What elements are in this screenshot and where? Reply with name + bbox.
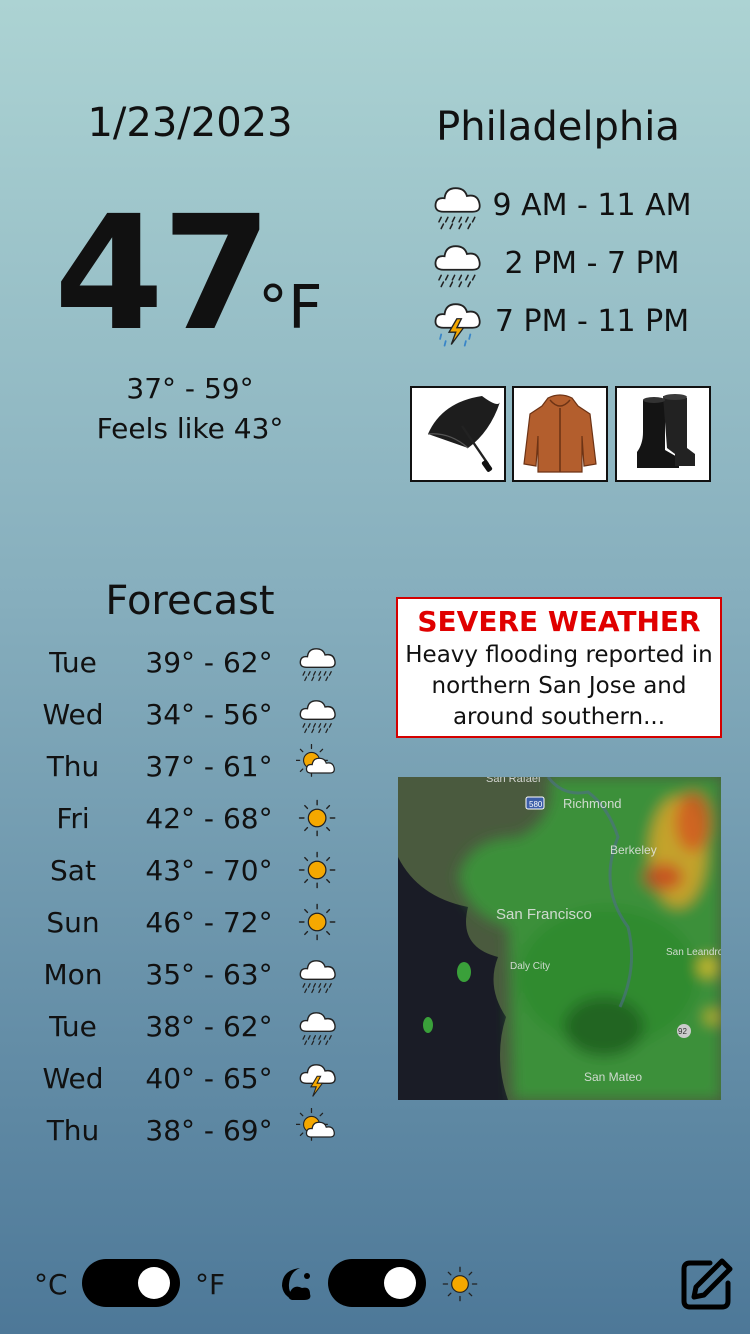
forecast-row[interactable]: Mon 35° - 63° (30, 948, 350, 1000)
feels-like: Feels like 43° (96, 412, 284, 445)
sun-icon (298, 903, 336, 941)
forecast-day: Wed (42, 1061, 104, 1095)
rain-boots-icon (637, 394, 695, 468)
storm-period: 7 PM - 11 PM (430, 294, 720, 348)
thunderstorm-icon (299, 1064, 336, 1097)
fahrenheit-label: °F (195, 1268, 226, 1301)
rain-cloud-icon (299, 960, 336, 994)
map-label: San Mateo (584, 1070, 642, 1084)
rain-cloud-icon (299, 700, 336, 734)
edit-icon[interactable] (680, 1257, 734, 1311)
rain-cloud-icon (299, 648, 336, 682)
forecast-row[interactable]: Fri 42° - 68° (30, 792, 350, 844)
forecast-row[interactable]: Thu 38° - 69° (30, 1104, 350, 1156)
rain-cloud-icon (434, 187, 481, 230)
map-label: 580 (529, 800, 543, 809)
sun-icon (298, 799, 336, 837)
map-label: Berkeley (610, 843, 657, 857)
rain-jacket-icon (523, 394, 597, 473)
period-time: 7 PM - 11 PM (494, 303, 690, 339)
toggle-knob (384, 1267, 416, 1299)
period-time: 9 AM - 11 AM (492, 187, 692, 223)
sun-icon (298, 851, 336, 889)
celsius-label: °C (34, 1268, 68, 1301)
forecast-row[interactable]: Tue 38° - 62° (30, 1000, 350, 1052)
rain-cloud-icon (299, 1012, 336, 1046)
forecast-range: 43° - 70° (145, 853, 273, 887)
theme-toggle[interactable] (328, 1259, 426, 1307)
alert-title: SEVERE WEATHER (417, 605, 701, 638)
rain-period: 9 AM - 11 AM (430, 178, 720, 232)
forecast-day: Tue (49, 645, 97, 679)
thunderstorm-icon (434, 303, 481, 347)
forecast-day: Thu (46, 749, 100, 783)
forecast-row[interactable]: Thu 37° - 61° (30, 740, 350, 792)
map-label: San Rafael (486, 777, 540, 785)
current-date: 1/23/2023 (87, 100, 293, 146)
rain-boots-card[interactable] (615, 386, 711, 482)
rain-period: 2 PM - 7 PM (430, 236, 720, 290)
forecast-day: Wed (42, 697, 104, 731)
moon-icon (282, 1268, 311, 1300)
forecast-range: 46° - 72° (145, 905, 273, 939)
unit-toggle[interactable] (82, 1259, 180, 1307)
forecast-row[interactable]: Wed 40° - 65° (30, 1052, 350, 1104)
umbrella-card[interactable] (410, 386, 506, 482)
forecast-row[interactable]: Wed 34° - 56° (30, 688, 350, 740)
forecast-day: Thu (46, 1113, 100, 1147)
forecast-row[interactable]: Tue 39° - 62° (30, 636, 350, 688)
partly-cloudy-icon (296, 1108, 335, 1141)
forecast-range: 34° - 56° (145, 697, 273, 731)
forecast-range: 38° - 69° (145, 1113, 273, 1147)
rain-jacket-card[interactable] (512, 386, 608, 482)
toggle-knob (138, 1267, 170, 1299)
rain-cloud-icon (434, 245, 481, 288)
map-label: 92 (678, 1027, 687, 1036)
forecast-day: Tue (49, 1009, 97, 1043)
forecast-range: 38° - 62° (145, 1009, 273, 1043)
sun-icon (442, 1266, 478, 1302)
map-label: San Francisco (496, 906, 592, 923)
radar-map[interactable]: San Rafael Richmond Berkeley San Francis… (398, 777, 721, 1100)
map-label: San Leandro (666, 947, 721, 958)
map-label: Richmond (563, 796, 622, 811)
temperature-unit: °F (258, 273, 323, 343)
current-temperature: 47 (54, 182, 272, 366)
forecast-day: Fri (56, 801, 90, 835)
forecast-range: 37° - 61° (145, 749, 273, 783)
alert-body: Heavy flooding reported in northern San … (405, 642, 713, 730)
forecast-title: Forecast (105, 578, 275, 624)
forecast-day: Sat (50, 853, 96, 887)
umbrella-icon (427, 396, 500, 472)
forecast-row[interactable]: Sat 43° - 70° (30, 844, 350, 896)
period-time: 2 PM - 7 PM (504, 245, 680, 281)
forecast-range: 40° - 65° (145, 1061, 273, 1095)
partly-cloudy-icon (296, 744, 335, 777)
forecast-day: Sun (46, 905, 100, 939)
forecast-range: 39° - 62° (145, 645, 273, 679)
city-name: Philadelphia (436, 104, 680, 150)
map-label: Daly City (510, 961, 550, 972)
temperature-range: 37° - 59° (126, 372, 254, 405)
forecast-range: 42° - 68° (145, 801, 273, 835)
forecast-range: 35° - 63° (145, 957, 273, 991)
forecast-row[interactable]: Sun 46° - 72° (30, 896, 350, 948)
severe-weather-alert[interactable]: SEVERE WEATHER Heavy flooding reported i… (396, 597, 722, 738)
forecast-day: Mon (43, 957, 103, 991)
